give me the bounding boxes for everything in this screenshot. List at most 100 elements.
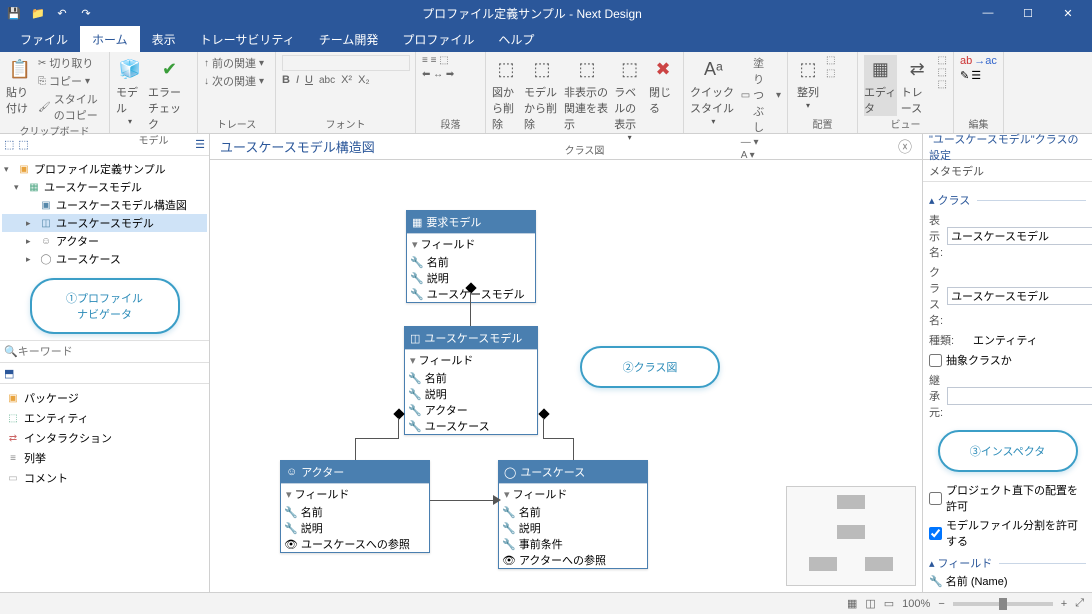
status-icon-3[interactable]: ▭ <box>884 597 894 610</box>
usecase-icon: ◯ <box>504 466 516 479</box>
tab-team[interactable]: チーム開発 <box>307 26 391 52</box>
group-field[interactable]: ▴フィールド <box>929 555 1086 571</box>
cut-button[interactable]: ✂ 切り取り <box>38 55 103 71</box>
diamond-icon <box>393 408 404 419</box>
zoom-slider[interactable] <box>953 602 1053 606</box>
editor-button[interactable]: ▦エディタ <box>864 55 897 116</box>
del-from-fig-button[interactable]: ⬚図から削除 <box>492 55 520 132</box>
tree-node-structure-diagram[interactable]: ▣ユースケースモデル構造図 <box>2 196 207 214</box>
diagram-icon: ▣ <box>39 198 53 212</box>
align-buttons[interactable]: ⬅ ↔ ➡ <box>422 69 454 80</box>
connector <box>470 292 471 326</box>
show-hidden-button[interactable]: ⬚非表示の関連を表示 <box>564 55 610 132</box>
v1[interactable]: ⬚ <box>938 55 947 66</box>
group-class[interactable]: ▴クラス <box>929 192 1086 208</box>
zoom-in-button[interactable]: + <box>1061 598 1067 610</box>
class-box-actor[interactable]: ☺アクター ▾ フィールド 🔧名前 🔧説明 👁ユースケースへの参照 <box>280 460 430 553</box>
palette-package[interactable]: ▣パッケージ <box>4 388 205 408</box>
actor-icon: ☺ <box>39 234 53 248</box>
diagram-canvas[interactable]: ▦要求モデル ▾ フィールド 🔧名前 🔧説明 🔧ユースケースモデル ◫ユースケー… <box>210 160 922 592</box>
fit-button[interactable]: ⤢ <box>1075 597 1084 610</box>
undo-icon[interactable]: ↶ <box>52 3 72 23</box>
tab-view[interactable]: 表示 <box>140 26 188 52</box>
inherit-input[interactable] <box>947 387 1092 405</box>
fill-button[interactable]: ▭ 塗りつぶし ▾ <box>741 55 781 135</box>
folder-icon[interactable]: 📁 <box>28 3 48 23</box>
place-root-checkbox[interactable] <box>929 492 942 505</box>
status-bar: ▦ ◫ ▭ 100% − + ⤢ <box>0 592 1092 614</box>
tab-trace[interactable]: トレーサビリティ <box>188 26 307 52</box>
connector <box>355 438 356 460</box>
callout-navigator: ①プロファイルナビゲータ <box>30 278 180 334</box>
palette-entity[interactable]: ⬚エンティティ <box>4 408 205 428</box>
nav-tool-3[interactable]: ☰ <box>195 138 205 151</box>
zoom-out-button[interactable]: − <box>938 598 944 610</box>
style-copy-button[interactable]: 🖌 スタイルのコピー <box>38 91 103 123</box>
model-button[interactable]: 🧊モデル▾ <box>116 55 144 126</box>
palette-tool-icon[interactable]: ⬒ <box>4 367 14 380</box>
class-name-input[interactable] <box>947 287 1092 305</box>
arrange-1[interactable]: ⬚ <box>826 55 835 66</box>
edit-4[interactable]: ☰ <box>971 69 981 82</box>
del-from-model-button[interactable]: ⬚モデルから削除 <box>524 55 560 132</box>
close-diagram-button[interactable]: ✖閉じる <box>649 55 677 116</box>
class-box-usecase[interactable]: ◯ユースケース ▾ フィールド 🔧名前 🔧説明 🔧事前条件 👁アクターへの参照 <box>498 460 648 569</box>
ribbon: 📋貼り付け ✂ 切り取り ⎘ コピー ▾ 🖌 スタイルのコピー クリップボード … <box>0 52 1092 134</box>
tree-root[interactable]: ▾▣プロファイル定義サンプル <box>2 160 207 178</box>
display-name-input[interactable] <box>947 227 1092 245</box>
nav-tool-2[interactable]: ⬚ <box>18 138 28 151</box>
arrange-2[interactable]: ⬚ <box>826 68 835 79</box>
profile-navigator: ⬚ ⬚ ☰ ▾▣プロファイル定義サンプル ▾▦ユースケースモデル ▣ユースケース… <box>0 134 210 592</box>
palette-toolstrip: ⬒ <box>0 362 209 384</box>
class-icon: ◫ <box>410 332 420 345</box>
nav-tool-1[interactable]: ⬚ <box>4 138 14 151</box>
allow-split-checkbox[interactable] <box>929 527 942 540</box>
edit-2[interactable]: →ac <box>974 55 997 67</box>
maximize-icon[interactable]: ☐ <box>1008 0 1048 26</box>
palette-enum[interactable]: ≡列挙 <box>4 448 205 468</box>
status-icon-1[interactable]: ▦ <box>847 597 857 610</box>
minimap[interactable] <box>786 486 916 586</box>
minimize-icon[interactable]: — <box>968 0 1008 26</box>
align-button[interactable]: ⬚整列▾ <box>794 55 822 110</box>
next-relation-button[interactable]: ↓ 次の関連 ▾ <box>204 73 264 89</box>
quick-style-button[interactable]: Aᵃクイックスタイル▾ <box>690 55 737 126</box>
tree-node-usecase-model[interactable]: ▾▦ユースケースモデル <box>2 178 207 196</box>
label-show-button[interactable]: ⬚ラベルの表示▾ <box>614 55 645 142</box>
paste-button[interactable]: 📋貼り付け <box>6 55 34 116</box>
tree-node-usecase-model-2[interactable]: ▸◫ユースケースモデル <box>2 214 207 232</box>
font-style[interactable]: B I U abc X² X₂ <box>282 74 409 86</box>
search-input[interactable] <box>18 346 205 358</box>
palette-interaction[interactable]: ⇄インタラクション <box>4 428 205 448</box>
prev-relation-button[interactable]: ↑ 前の関連 ▾ <box>204 55 264 71</box>
tree-node-usecase[interactable]: ▸◯ユースケース <box>2 250 207 268</box>
save-icon[interactable]: 💾 <box>4 3 24 23</box>
copy-button[interactable]: ⎘ コピー ▾ <box>38 73 103 89</box>
tab-profile[interactable]: プロファイル <box>390 26 486 52</box>
trace-view-button[interactable]: ⇄トレース <box>901 55 934 116</box>
class-box-usecase-model[interactable]: ◫ユースケースモデル ▾ フィールド 🔧名前 🔧説明 🔧アクター 🔧ユースケース <box>404 326 538 435</box>
tab-file[interactable]: ファイル <box>8 26 80 52</box>
close-icon[interactable]: ✕ <box>1048 0 1088 26</box>
inspector-tab[interactable]: メタモデル <box>923 160 1092 182</box>
document-close-icon[interactable]: ⓧ <box>898 137 912 157</box>
list-buttons[interactable]: ≡ ≡ ⬚ <box>422 55 454 66</box>
edit-1[interactable]: ab <box>960 55 972 67</box>
window-title: プロファイル定義サンプル - Next Design <box>96 5 968 22</box>
font-selector[interactable] <box>282 55 410 71</box>
arrow-icon <box>493 495 501 505</box>
palette-comment[interactable]: ▭コメント <box>4 468 205 488</box>
v2[interactable]: ⬚ <box>938 67 947 78</box>
v3[interactable]: ⬚ <box>938 79 947 90</box>
tab-home[interactable]: ホーム <box>80 26 140 52</box>
abstract-checkbox[interactable] <box>929 354 942 367</box>
redo-icon[interactable]: ↷ <box>76 3 96 23</box>
tab-help[interactable]: ヘルプ <box>486 26 546 52</box>
zoom-value: 100% <box>902 598 930 610</box>
edit-3[interactable]: ✎ <box>960 69 969 82</box>
actor-icon: ☺ <box>286 466 297 478</box>
menu-bar: ファイル ホーム 表示 トレーサビリティ チーム開発 プロファイル ヘルプ <box>0 26 1092 52</box>
tree-node-actor[interactable]: ▸☺アクター <box>2 232 207 250</box>
error-check-button[interactable]: ✔エラーチェック <box>148 55 191 132</box>
status-icon-2[interactable]: ◫ <box>865 597 875 610</box>
